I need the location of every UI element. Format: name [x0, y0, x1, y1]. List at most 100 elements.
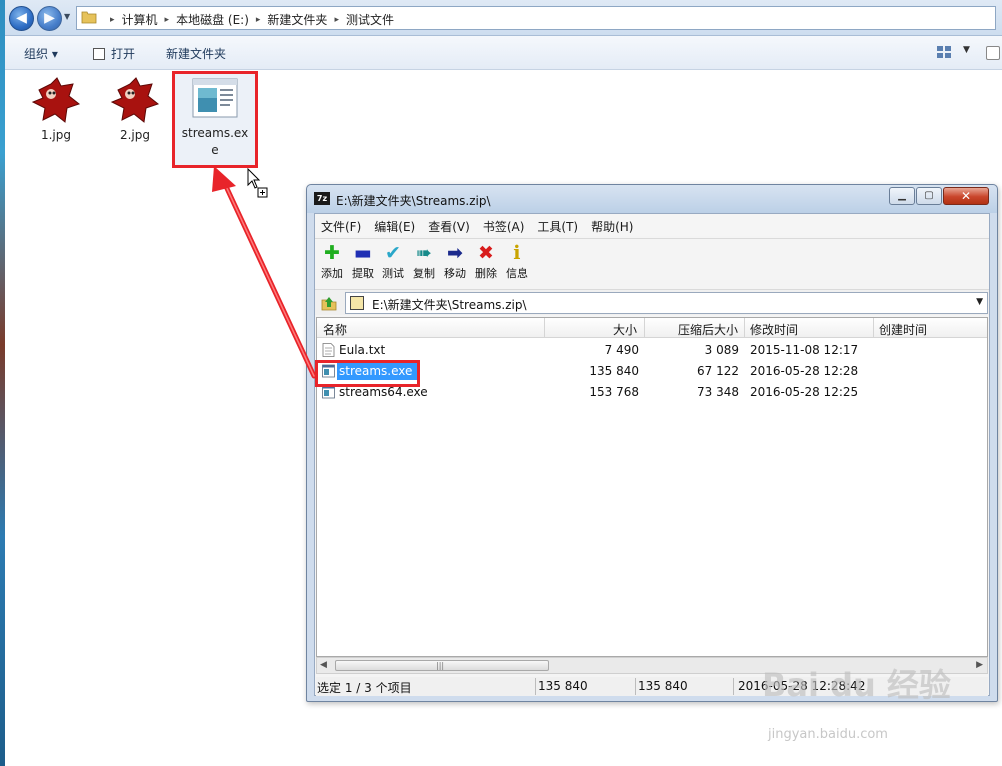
zip-archive-icon: [350, 296, 364, 310]
exe-file-icon: [322, 385, 335, 399]
open-icon: [93, 48, 105, 60]
breadcrumb: ▸ 计算机 ▸ 本地磁盘 (E:) ▸ 新建文件夹 ▸ 测试文件: [103, 11, 394, 28]
extract-button[interactable]: ▬ 提取: [348, 241, 378, 281]
organize-button[interactable]: 组织 ▾: [24, 45, 58, 62]
breadcrumb-separator-icon: ▸: [255, 14, 261, 25]
address-box[interactable]: ▸ 计算机 ▸ 本地磁盘 (E:) ▸ 新建文件夹 ▸ 测试文件: [76, 6, 996, 30]
baidu-watermark-logo: Bai du 经验: [762, 666, 951, 704]
add-label: 添加: [321, 267, 343, 280]
move-button[interactable]: ➡ 移动: [440, 241, 470, 281]
move-label: 移动: [444, 267, 466, 280]
row-modified: 2016-05-28 12:28: [750, 364, 859, 378]
column-divider[interactable]: [644, 318, 645, 338]
extract-label: 提取: [352, 267, 374, 280]
row-name: streams64.exe: [339, 385, 428, 399]
column-modified[interactable]: 修改时间: [750, 321, 798, 338]
minimize-button[interactable]: ▁: [889, 187, 915, 205]
view-dropdown-icon[interactable]: ▼: [963, 45, 970, 55]
column-divider[interactable]: [544, 318, 545, 338]
sevenzip-logo-icon: 7z: [314, 192, 330, 205]
menu-file[interactable]: 文件(F): [321, 214, 368, 236]
row-packed: 3 089: [704, 343, 739, 357]
file-item-streams-exe[interactable]: streams.ex e: [177, 76, 253, 159]
open-label: 打开: [111, 47, 136, 61]
path-combobox[interactable]: E:\新建文件夹\Streams.zip\ ▼: [345, 292, 988, 314]
list-header: 名称 大小 压缩后大小 修改时间 创建时间: [317, 318, 987, 338]
file-label-line1: streams.ex: [181, 126, 249, 140]
row-modified: 2015-11-08 12:17: [750, 343, 859, 357]
window-title: E:\新建文件夹\Streams.zip\: [336, 194, 491, 208]
view-options-icon[interactable]: [937, 46, 951, 58]
menu-view[interactable]: 查看(V): [428, 214, 477, 236]
status-selection: 选定 1 / 3 个项目: [317, 681, 412, 695]
maximize-button[interactable]: ▢: [916, 187, 942, 205]
extract-icon: ▬: [354, 242, 372, 264]
column-divider[interactable]: [873, 318, 874, 338]
add-button[interactable]: ✚ 添加: [317, 241, 347, 281]
breadcrumb-drive-e[interactable]: 本地磁盘 (E:): [176, 11, 249, 28]
copy-button[interactable]: ➠ 复制: [409, 241, 439, 281]
add-icon: ✚: [324, 242, 340, 264]
highlight-frame-list-row: [315, 360, 420, 387]
up-folder-icon[interactable]: [320, 294, 338, 312]
column-divider[interactable]: [744, 318, 745, 338]
sevenzip-window: 7z E:\新建文件夹\Streams.zip\ ▁ ▢ ✕ 文件(F) 编辑(…: [306, 184, 998, 702]
row-size: 153 768: [589, 385, 639, 399]
menu-bookmarks[interactable]: 书签(A): [483, 214, 532, 236]
row-name: Eula.txt: [339, 343, 386, 357]
file-item-1-jpg[interactable]: 1.jpg: [21, 76, 91, 144]
grip-icon: |||: [436, 661, 445, 670]
forward-button[interactable]: ▶: [37, 6, 62, 31]
test-label: 测试: [382, 267, 404, 280]
recent-pages-dropdown-icon[interactable]: ▼: [64, 12, 70, 21]
delete-icon: ✖: [478, 242, 494, 264]
column-packed-size[interactable]: 压缩后大小: [678, 321, 738, 338]
path-dropdown-icon[interactable]: ▼: [976, 297, 983, 307]
test-button[interactable]: ✔ 测试: [378, 241, 408, 281]
test-icon: ✔: [385, 242, 401, 264]
row-packed: 73 348: [697, 385, 739, 399]
breadcrumb-separator-icon: ▸: [110, 14, 115, 25]
sevenzip-client-area: 文件(F) 编辑(E) 查看(V) 书签(A) 工具(T) 帮助(H) ✚ 添加…: [314, 213, 990, 696]
scroll-thumb[interactable]: |||: [335, 660, 549, 671]
scroll-right-icon[interactable]: ▶: [976, 660, 983, 670]
menu-help[interactable]: 帮助(H): [591, 214, 640, 236]
back-button[interactable]: ◀: [9, 6, 34, 31]
status-packed: 135 840: [638, 679, 688, 693]
status-size: 135 840: [538, 679, 588, 693]
list-row-eula[interactable]: Eula.txt 7 490 3 089 2015-11-08 12:17: [317, 340, 987, 360]
path-bar: E:\新建文件夹\Streams.zip\ ▼: [315, 289, 989, 315]
menu-edit[interactable]: 编辑(E): [374, 214, 422, 236]
breadcrumb-computer[interactable]: 计算机: [122, 11, 158, 28]
jpg-image-icon: [31, 77, 81, 123]
breadcrumb-test-files[interactable]: 测试文件: [346, 11, 394, 28]
folder-icon: [81, 11, 97, 24]
row-packed: 67 122: [697, 364, 739, 378]
info-button[interactable]: ℹ 信息: [502, 241, 532, 281]
help-icon[interactable]: [986, 46, 1000, 60]
column-name[interactable]: 名称: [323, 321, 347, 338]
delete-button[interactable]: ✖ 删除: [471, 241, 501, 281]
path-value: E:\新建文件夹\Streams.zip\: [372, 298, 527, 312]
column-created[interactable]: 创建时间: [879, 321, 927, 338]
breadcrumb-new-folder[interactable]: 新建文件夹: [267, 11, 327, 28]
menu-tools[interactable]: 工具(T): [537, 214, 585, 236]
scroll-left-icon[interactable]: ◀: [320, 660, 327, 670]
status-divider: [535, 678, 536, 695]
file-item-2-jpg[interactable]: 2.jpg: [100, 76, 170, 144]
file-label-line2: e: [211, 143, 219, 157]
copy-icon: ➠: [416, 242, 432, 264]
address-bar-region: ◀ ▶ ▼ ▸ 计算机 ▸ 本地磁盘 (E:) ▸ 新建文件夹 ▸ 测试文件: [0, 0, 1002, 36]
sevenzip-titlebar[interactable]: 7z E:\新建文件夹\Streams.zip\ ▁ ▢ ✕: [307, 185, 997, 213]
copy-label: 复制: [413, 267, 435, 280]
column-size[interactable]: 大小: [613, 321, 637, 338]
close-button[interactable]: ✕: [943, 187, 989, 205]
new-folder-button[interactable]: 新建文件夹: [166, 45, 226, 62]
row-size: 7 490: [604, 343, 639, 357]
sevenzip-toolbar: ✚ 添加 ▬ 提取 ✔ 测试 ➠ 复制 ➡ 移动 ✖ 删除 ℹ 信息: [315, 238, 989, 286]
baidu-watermark-url: jingyan.baidu.com: [768, 727, 888, 742]
open-button[interactable]: 打开: [93, 45, 135, 62]
delete-label: 删除: [475, 267, 497, 280]
drag-copy-cursor-icon: [247, 168, 268, 198]
jpg-image-icon: [110, 77, 160, 123]
